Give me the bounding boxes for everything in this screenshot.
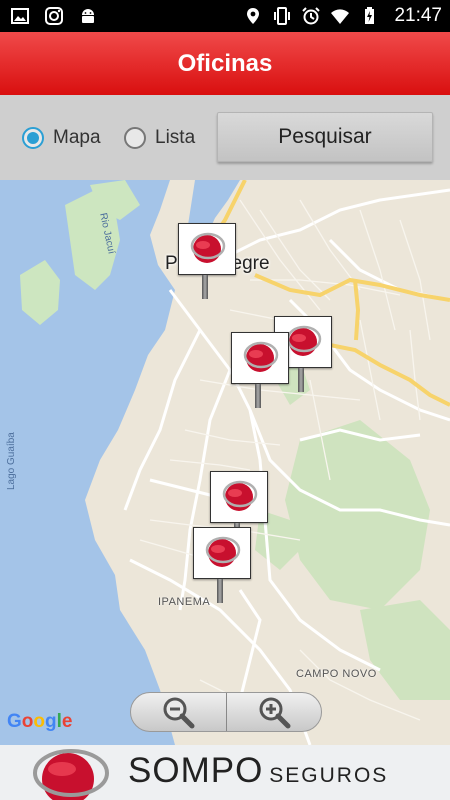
status-time: 21:47 <box>394 5 442 26</box>
sompo-marker-icon <box>205 536 241 567</box>
brand-name: SOMPO <box>128 751 264 790</box>
zoom-in-icon[interactable] <box>257 695 291 729</box>
map-label-campo-novo: CAMPO NOVO <box>296 668 377 680</box>
google-logo: Google <box>7 711 73 732</box>
sompo-logo-icon <box>33 749 109 800</box>
zoom-control <box>130 692 322 732</box>
battery-charging-icon <box>365 7 375 24</box>
status-bar: 21:47 <box>0 0 450 32</box>
map-label-lago-guaiba: Lago Guaíba <box>6 432 17 490</box>
zoom-out-icon[interactable] <box>161 695 195 729</box>
radio-mapa-label[interactable]: Mapa <box>53 127 101 149</box>
vibrate-icon <box>274 7 291 25</box>
alarm-icon <box>302 7 321 25</box>
view-controls: Mapa Lista Pesquisar <box>0 95 450 180</box>
zoom-out-button[interactable] <box>131 693 226 731</box>
map-marker[interactable] <box>193 527 251 603</box>
image-icon <box>11 8 29 24</box>
radio-lista[interactable]: Lista <box>124 95 195 180</box>
brand-sub: SEGUROS <box>269 764 389 787</box>
radio-mapa[interactable]: Mapa <box>22 95 101 180</box>
sponsor-banner[interactable]: SOMPO SEGUROS <box>0 745 450 800</box>
sompo-marker-icon <box>222 480 258 511</box>
radio-lista-label[interactable]: Lista <box>155 127 195 149</box>
brand-text: SOMPO SEGUROS <box>128 751 388 791</box>
page-title: Oficinas <box>177 49 273 77</box>
zoom-in-button[interactable] <box>227 693 322 731</box>
instagram-icon <box>45 7 63 25</box>
radio-lista-indicator[interactable] <box>124 126 146 149</box>
android-icon <box>82 9 94 23</box>
location-icon <box>247 8 260 24</box>
search-button[interactable]: Pesquisar <box>217 112 433 162</box>
radio-mapa-indicator[interactable] <box>22 126 44 149</box>
app-header: Oficinas <box>0 32 450 95</box>
map-marker[interactable] <box>231 332 289 408</box>
wifi-icon <box>331 9 350 24</box>
sompo-marker-icon <box>243 341 279 372</box>
map-view[interactable]: Rio Jacuí Lago Guaíba IPANEMA CAMPO NOVO… <box>0 180 450 745</box>
sompo-marker-icon <box>190 232 226 263</box>
map-marker[interactable] <box>178 223 236 299</box>
sompo-marker-icon <box>286 325 322 356</box>
